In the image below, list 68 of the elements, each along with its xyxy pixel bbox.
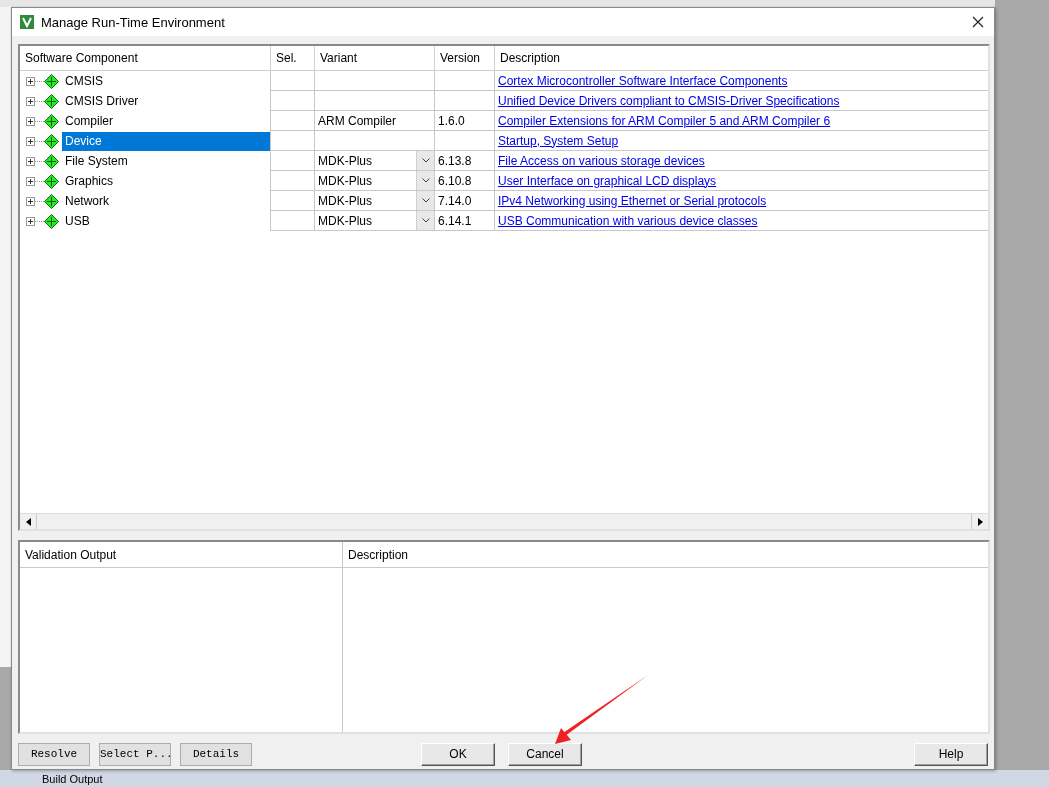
component-icon xyxy=(44,113,59,129)
chevron-icon xyxy=(421,158,430,163)
component-name[interactable]: USB xyxy=(62,211,270,231)
variant-text: ARM Compiler xyxy=(318,113,396,128)
variant-text: MDK-Plus xyxy=(318,153,372,168)
component-icon xyxy=(44,133,59,149)
description-link[interactable]: Compiler Extensions for ARM Compiler 5 and ARM Compiler 6 xyxy=(498,113,831,128)
table-cell: 6.14.1 xyxy=(434,211,494,231)
action-button[interactable]: Details xyxy=(180,742,252,766)
description-link[interactable]: Unified Device Drivers compliant to CMSIS-Driver Specifications xyxy=(498,93,840,108)
window-title: Manage Run-Time Environment xyxy=(41,14,225,30)
description-link[interactable]: User Interface on graphical LCD displays xyxy=(498,173,717,188)
column-header[interactable]: Description xyxy=(342,542,988,567)
component-name[interactable]: Network xyxy=(62,191,270,211)
component-name[interactable]: Device xyxy=(62,131,270,151)
expand-icon[interactable] xyxy=(26,76,44,86)
expand-icon[interactable] xyxy=(26,136,44,146)
description-link[interactable]: IPv4 Networking using Ethernet or Serial protocols xyxy=(498,193,767,208)
expand-icon[interactable] xyxy=(26,176,44,186)
column-header[interactable]: Sel. xyxy=(270,46,314,70)
expand-icon[interactable] xyxy=(26,196,44,206)
expand-icon[interactable] xyxy=(26,116,44,126)
variant-text: MDK-Plus xyxy=(318,173,372,188)
table-cell: 6.13.8 xyxy=(434,151,494,171)
column-header[interactable]: Software Component xyxy=(20,46,270,70)
description-link[interactable]: Cortex Microcontroller Software Interface Components xyxy=(498,73,788,88)
table-cell xyxy=(270,131,314,151)
column-header[interactable]: Version xyxy=(434,46,494,70)
description-link[interactable]: Startup, System Setup xyxy=(498,133,619,148)
chevron-icon xyxy=(421,218,430,223)
component-icon xyxy=(44,153,59,169)
variant-text: MDK-Plus xyxy=(318,193,372,208)
output-tab[interactable]: Build Output xyxy=(42,771,103,786)
expand-icon[interactable] xyxy=(26,96,44,106)
table-cell: 7.14.0 xyxy=(434,191,494,211)
app-icon xyxy=(20,15,34,29)
close-icon[interactable] xyxy=(972,16,984,28)
component-name[interactable]: File System xyxy=(62,151,270,171)
action-button[interactable]: Select P... xyxy=(99,742,171,766)
dialog-button[interactable]: Cancel xyxy=(508,742,582,766)
component-icon xyxy=(44,213,59,229)
variant-text: MDK-Plus xyxy=(318,213,372,228)
column-header[interactable]: Description xyxy=(494,46,988,70)
action-button[interactable]: Resolve xyxy=(18,742,90,766)
component-icon xyxy=(44,93,59,109)
chevron-icon xyxy=(421,178,430,183)
dialog-button[interactable]: OK xyxy=(421,742,495,766)
component-name[interactable]: CMSIS Driver xyxy=(62,91,270,111)
horizontal-scrollbar[interactable] xyxy=(20,513,988,529)
column-header[interactable]: Validation Output xyxy=(20,542,342,567)
chevron-icon xyxy=(421,198,430,203)
component-icon xyxy=(44,193,59,209)
expand-icon[interactable] xyxy=(26,216,44,226)
column-header[interactable]: Variant xyxy=(314,46,434,70)
expand-icon[interactable] xyxy=(26,156,44,166)
table-cell: 6.10.8 xyxy=(434,171,494,191)
help-button[interactable]: Help xyxy=(914,742,988,766)
left-arrow-icon xyxy=(25,517,31,526)
component-icon xyxy=(44,173,59,189)
component-icon xyxy=(44,73,59,89)
table-cell xyxy=(270,91,314,111)
component-name[interactable]: Graphics xyxy=(62,171,270,191)
description-link[interactable]: USB Communication with various device classes xyxy=(498,213,758,228)
component-name[interactable]: CMSIS xyxy=(62,71,270,91)
component-name[interactable]: Compiler xyxy=(62,111,270,131)
table-cell: 1.6.0 xyxy=(434,111,494,131)
right-arrow-icon xyxy=(977,517,983,526)
description-link[interactable]: File Access on various storage devices xyxy=(498,153,705,168)
